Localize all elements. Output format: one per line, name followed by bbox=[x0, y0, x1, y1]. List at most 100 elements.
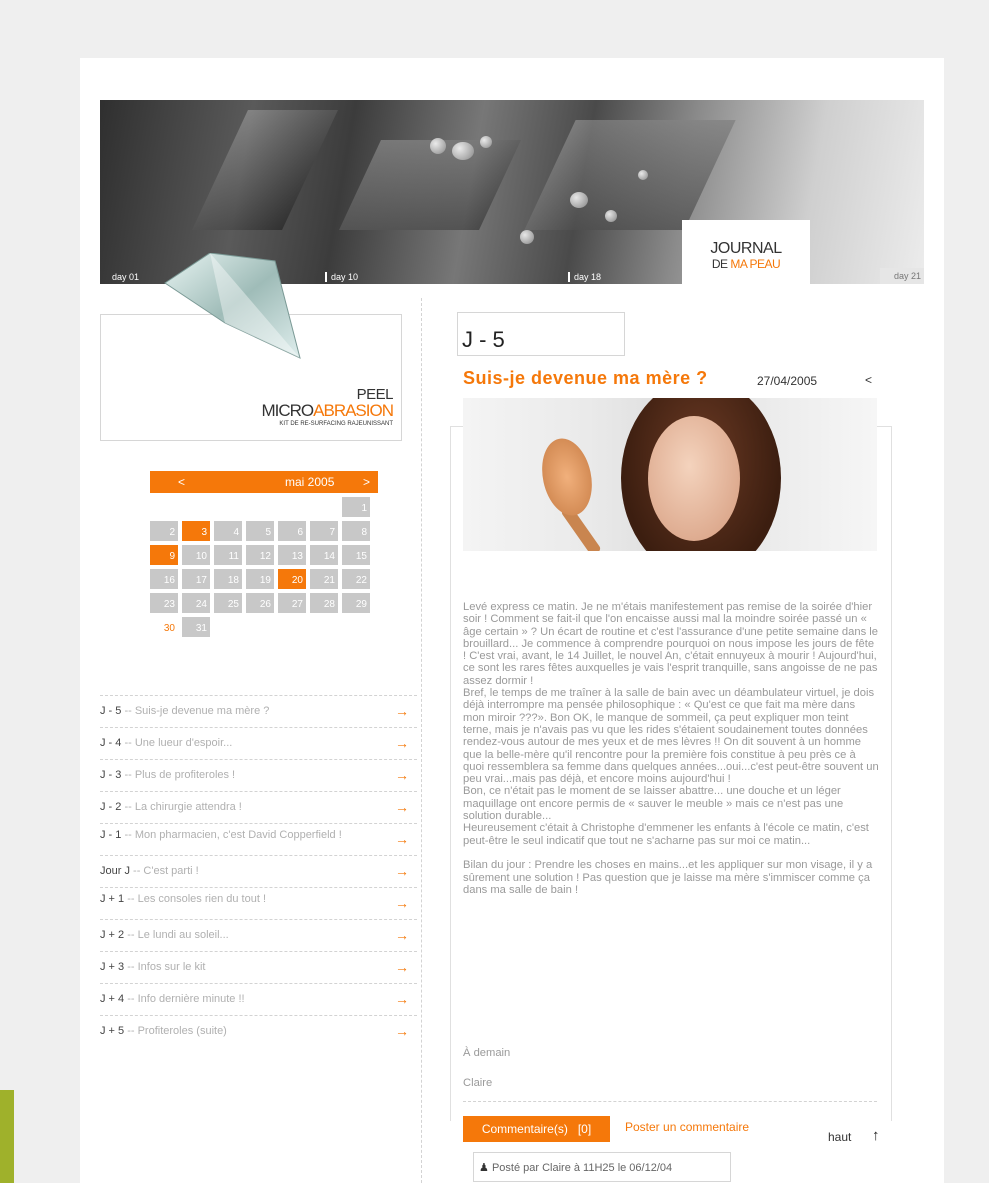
calendar-day[interactable]: 29 bbox=[342, 593, 370, 613]
arrow-right-icon[interactable]: → bbox=[395, 1023, 409, 1039]
arrow-right-icon[interactable]: → bbox=[395, 895, 409, 911]
entry-list-item[interactable]: Jour J -- C'est parti ! → bbox=[100, 855, 417, 887]
post-comment-link[interactable]: Poster un commentaire bbox=[625, 1120, 749, 1134]
entry-day: Jour J bbox=[100, 865, 130, 877]
entry-text: Jour J -- C'est parti ! bbox=[100, 865, 350, 877]
left-green-strip bbox=[0, 1090, 14, 1183]
calendar-day[interactable]: 12 bbox=[246, 545, 274, 565]
calendar-empty-cell bbox=[310, 497, 338, 517]
comments-button[interactable]: Commentaire(s) [0] bbox=[463, 1116, 610, 1142]
arrow-up-icon[interactable]: ↑ bbox=[872, 1127, 880, 1144]
entry-day: J + 5 bbox=[100, 1025, 125, 1037]
calendar-empty-cell bbox=[246, 497, 274, 517]
journal-logo: JOURNAL DE MA PEAU bbox=[682, 220, 810, 284]
arrow-right-icon[interactable]: → bbox=[395, 703, 409, 719]
calendar-day[interactable]: 5 bbox=[246, 521, 274, 541]
journal-subtitle: DE MA PEAU bbox=[711, 257, 781, 271]
arrow-right-icon[interactable]: → bbox=[395, 767, 409, 783]
calendar-day[interactable]: 16 bbox=[150, 569, 178, 589]
calendar-day[interactable]: 11 bbox=[214, 545, 242, 565]
calendar-day[interactable]: 18 bbox=[214, 569, 242, 589]
calendar-day[interactable]: 15 bbox=[342, 545, 370, 565]
journal-title: JOURNAL bbox=[710, 240, 782, 257]
calendar-day[interactable]: 17 bbox=[182, 569, 210, 589]
entry-list-item[interactable]: J + 5 -- Profiteroles (suite) → bbox=[100, 1015, 417, 1047]
post-back-link[interactable]: < bbox=[865, 373, 872, 387]
post-paragraph: Bref, le temps de me traîner à la salle … bbox=[463, 687, 882, 786]
calendar-day[interactable]: 25 bbox=[214, 593, 242, 613]
calendar-day[interactable]: 20 bbox=[278, 569, 306, 589]
calendar-header: < mai 2005 > bbox=[150, 471, 378, 493]
column-divider bbox=[421, 298, 422, 1183]
entry-text: J + 4 -- Info dernière minute !! bbox=[100, 993, 350, 1005]
calendar-day[interactable]: 30 bbox=[150, 617, 178, 637]
calendar-day[interactable]: 9 bbox=[150, 545, 178, 565]
entry-text: J + 1 -- Les consoles rien du tout ! bbox=[100, 893, 350, 905]
day-10-label: day 10 bbox=[325, 272, 358, 282]
calendar-day[interactable]: 26 bbox=[246, 593, 274, 613]
entry-day: J + 2 bbox=[100, 929, 125, 941]
entry-day: J - 3 bbox=[100, 769, 122, 781]
entry-list-item[interactable]: J - 3 -- Plus de profiteroles ! → bbox=[100, 759, 417, 791]
product-subtitle: KIT DE RE-SURFACING RAJEUNISSANT bbox=[279, 421, 393, 427]
arrow-right-icon[interactable]: → bbox=[395, 991, 409, 1007]
post-photo bbox=[463, 398, 877, 551]
entry-list-item[interactable]: J - 4 -- Une lueur d'espoir... → bbox=[100, 727, 417, 759]
arrow-right-icon[interactable]: → bbox=[395, 735, 409, 751]
entry-list-item[interactable]: J + 2 -- Le lundi au soleil... → bbox=[100, 919, 417, 951]
day-01-label: day 01 bbox=[112, 272, 140, 282]
calendar-day[interactable]: 3 bbox=[182, 521, 210, 541]
entry-text: J - 2 -- La chirurgie attendra ! bbox=[100, 801, 350, 813]
calendar-day[interactable]: 23 bbox=[150, 593, 178, 613]
calendar-day[interactable]: 4 bbox=[214, 521, 242, 541]
calendar-day[interactable]: 7 bbox=[310, 521, 338, 541]
entry-list-item[interactable]: J + 3 -- Infos sur le kit → bbox=[100, 951, 417, 983]
calendar-day[interactable]: 14 bbox=[310, 545, 338, 565]
entry-day: J + 4 bbox=[100, 993, 125, 1005]
entry-list-item[interactable]: J - 1 -- Mon pharmacien, c'est David Cop… bbox=[100, 823, 417, 855]
entry-list-item[interactable]: J - 2 -- La chirurgie attendra ! → bbox=[100, 791, 417, 823]
post-date: 27/04/2005 bbox=[757, 374, 818, 388]
calendar-day[interactable]: 13 bbox=[278, 545, 306, 565]
calendar-day[interactable]: 22 bbox=[342, 569, 370, 589]
entry-title: -- Infos sur le kit bbox=[124, 961, 206, 973]
entry-list-item[interactable]: J - 5 -- Suis-je devenue ma mère ? → bbox=[100, 695, 417, 727]
entry-text: J + 5 -- Profiteroles (suite) bbox=[100, 1025, 350, 1037]
arrow-right-icon[interactable]: → bbox=[395, 831, 409, 847]
post-closing: À demain bbox=[463, 1047, 511, 1059]
calendar-day[interactable]: 27 bbox=[278, 593, 306, 613]
calendar-day[interactable]: 10 bbox=[182, 545, 210, 565]
calendar-day[interactable]: 2 bbox=[150, 521, 178, 541]
entry-list-item[interactable]: J + 4 -- Info dernière minute !! → bbox=[100, 983, 417, 1015]
calendar-prev-button[interactable]: < bbox=[178, 475, 185, 489]
entry-text: J - 1 -- Mon pharmacien, c'est David Cop… bbox=[100, 829, 350, 841]
post-day-label: J - 5 bbox=[457, 312, 625, 356]
comments-label: Commentaire(s) bbox=[481, 1122, 568, 1136]
calendar-day[interactable]: 24 bbox=[182, 593, 210, 613]
calendar-day[interactable]: 6 bbox=[278, 521, 306, 541]
entry-list-item[interactable]: J + 1 -- Les consoles rien du tout ! → bbox=[100, 887, 417, 919]
product-name: MICROABRASION bbox=[261, 401, 394, 420]
back-to-top-link[interactable]: haut bbox=[828, 1130, 851, 1144]
calendar-day[interactable]: 21 bbox=[310, 569, 338, 589]
calendar-day[interactable]: 1 bbox=[342, 497, 370, 517]
calendar-day[interactable]: 19 bbox=[246, 569, 274, 589]
arrow-right-icon[interactable]: → bbox=[395, 959, 409, 975]
crystal-shard-image bbox=[164, 253, 301, 359]
entry-day: J - 1 bbox=[100, 829, 122, 841]
page-container: day 01 day 10 day 18 day 21 JOURNAL DE M… bbox=[80, 58, 944, 1183]
calendar-day[interactable]: 31 bbox=[182, 617, 210, 637]
calendar-next-button[interactable]: > bbox=[363, 475, 370, 489]
calendar-empty-cell bbox=[150, 497, 178, 517]
user-icon: ♟ bbox=[479, 1162, 489, 1174]
arrow-right-icon[interactable]: → bbox=[395, 863, 409, 879]
calendar-day[interactable]: 28 bbox=[310, 593, 338, 613]
arrow-right-icon[interactable]: → bbox=[395, 927, 409, 943]
calendar-grid: 1 2 3 4 5 6 7 8 9 10 11 12 13 14 15 16 17 18 19 20 21 22 23 24 2… bbox=[150, 497, 378, 637]
calendar-day[interactable]: 8 bbox=[342, 521, 370, 541]
entry-day: J + 3 bbox=[100, 961, 125, 973]
entries-list: J - 5 -- Suis-je devenue ma mère ? → J - 4… bbox=[100, 695, 417, 1047]
arrow-right-icon[interactable]: → bbox=[395, 799, 409, 815]
day-18-label: day 18 bbox=[568, 272, 601, 282]
calendar-empty-cell bbox=[182, 497, 210, 517]
